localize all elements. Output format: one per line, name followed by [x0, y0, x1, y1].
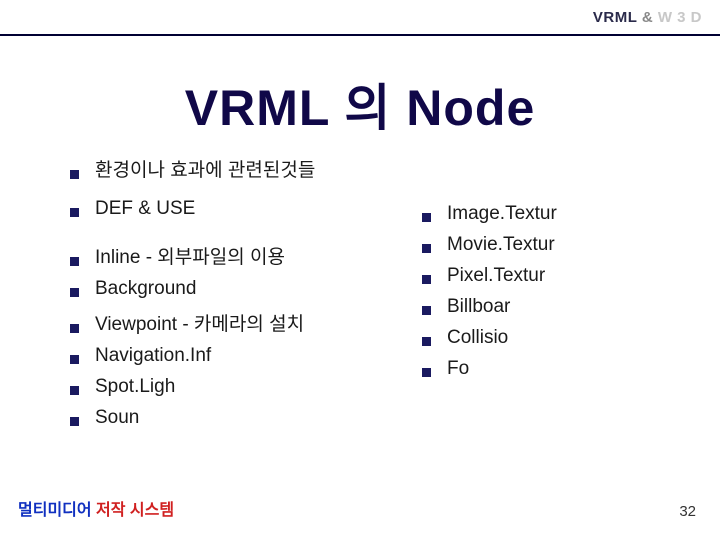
right-item-label: Fo [447, 358, 469, 380]
bullet-icon [422, 244, 431, 253]
right-item-label: Image.Textur [447, 203, 557, 225]
right-item-label: Pixel.Textur [447, 265, 545, 287]
left-item-label: Inline - 외부파일의 이용 [95, 242, 285, 269]
header-bar: VRML & W 3 D [0, 0, 720, 36]
header-w3d: W 3 D [658, 9, 702, 26]
bullet-icon [70, 417, 79, 426]
footer-red: 저작 시스템 [96, 502, 174, 519]
bullet-icon [422, 213, 431, 222]
left-item-label: Spot.Ligh [95, 376, 175, 398]
left-column: 환경이나 효과에 관련된것들 DEF & USE Inline - 외부파일의 … [70, 155, 410, 438]
bullet-icon [70, 355, 79, 364]
list-item: Billboar [422, 296, 690, 318]
bullet-icon [422, 306, 431, 315]
list-item: 환경이나 효과에 관련된것들 [70, 155, 410, 182]
list-item: Navigation.Inf [70, 345, 410, 367]
intro-text-2: DEF & USE [95, 198, 195, 220]
bullet-icon [422, 275, 431, 284]
list-item: Viewpoint - 카메라의 설치 [70, 309, 410, 336]
bullet-icon [422, 337, 431, 346]
list-item: Movie.Textur [422, 234, 690, 256]
content-area: 환경이나 효과에 관련된것들 DEF & USE Inline - 외부파일의 … [70, 155, 690, 438]
bullet-icon [70, 208, 79, 217]
bullet-icon [70, 324, 79, 333]
list-item: Soun [70, 407, 410, 429]
page-title: VRML 의 Node [0, 68, 720, 140]
left-item-label: Navigation.Inf [95, 345, 211, 367]
list-item: Pixel.Textur [422, 265, 690, 287]
header-vrml: VRML [593, 9, 637, 26]
header-amp: & [637, 9, 658, 26]
bullet-icon [70, 170, 79, 179]
bullet-icon [70, 257, 79, 266]
list-item: Collisio [422, 327, 690, 349]
left-item-label: Soun [95, 407, 139, 429]
list-item: Fo [422, 358, 690, 380]
right-item-label: Collisio [447, 327, 508, 349]
list-item: DEF & USE [70, 198, 410, 220]
list-item: Background [70, 278, 410, 300]
intro-text-1: 환경이나 효과에 관련된것들 [95, 155, 315, 182]
bullet-icon [70, 386, 79, 395]
bullet-icon [422, 368, 431, 377]
left-item-label: Viewpoint - 카메라의 설치 [95, 309, 304, 336]
list-item: Image.Textur [422, 203, 690, 225]
list-item: Spot.Ligh [70, 376, 410, 398]
header-brand: VRML & W 3 D [593, 9, 702, 26]
page-number: 32 [679, 503, 696, 520]
right-item-label: Billboar [447, 296, 510, 318]
footer-blue: 멀티미디어 [18, 502, 96, 519]
right-item-label: Movie.Textur [447, 234, 555, 256]
right-column: Image.Textur Movie.Textur Pixel.Textur B… [410, 155, 690, 438]
left-item-label: Background [95, 278, 196, 300]
footer-title: 멀티미디어 저작 시스템 [18, 496, 174, 520]
list-item: Inline - 외부파일의 이용 [70, 242, 410, 269]
bullet-icon [70, 288, 79, 297]
